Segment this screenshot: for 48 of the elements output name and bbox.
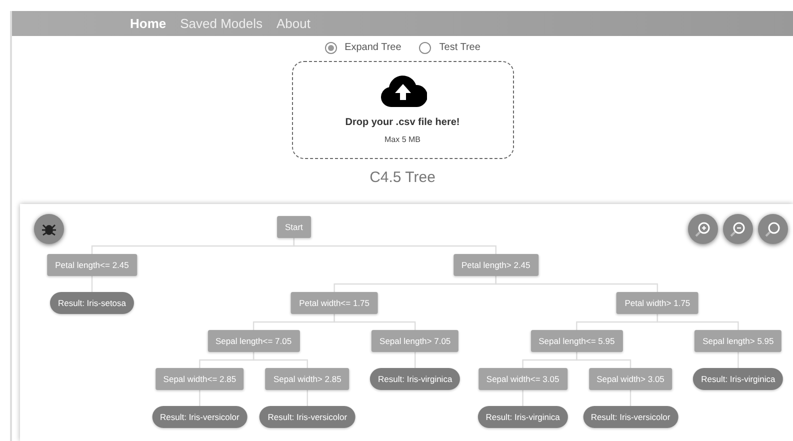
upload-cloud-icon — [378, 74, 426, 106]
split-node[interactable]: Sepal length<= 7.05 — [208, 330, 300, 352]
split-node[interactable]: Petal length<= 2.45 — [47, 254, 137, 276]
result-node[interactable]: Result: Iris-virginica — [370, 368, 460, 390]
nav-link[interactable]: Home — [130, 14, 166, 34]
split-node[interactable]: Petal length> 2.45 — [454, 254, 538, 276]
split-node[interactable]: Petal width> 1.75 — [616, 292, 698, 314]
split-node[interactable]: Sepal width<= 3.05 — [478, 368, 568, 390]
connector-line — [630, 390, 632, 406]
radio-label[interactable]: Test Tree — [439, 40, 480, 55]
radio-button[interactable] — [324, 42, 337, 54]
connector-line — [306, 390, 308, 406]
result-node[interactable]: Result: Iris-versicolor — [260, 406, 356, 428]
connector-line — [738, 352, 739, 368]
result-node[interactable]: Result: Iris-versicolor — [582, 406, 678, 428]
connector-line — [522, 390, 524, 406]
zoom-reset-button[interactable] — [758, 214, 788, 244]
split-node[interactable]: Sepal width<= 2.85 — [155, 368, 244, 390]
dropzone-title: Drop your .csv file here! — [345, 116, 460, 130]
connector-line — [414, 352, 416, 368]
split-node[interactable]: Sepal length> 5.95 — [694, 330, 782, 352]
dropzone-hint: Max 5 MB — [384, 134, 420, 146]
split-node[interactable]: Start — [276, 216, 311, 238]
result-node[interactable]: Result: Iris-virginica — [478, 406, 568, 428]
radio-label[interactable]: Expand Tree — [344, 40, 402, 55]
connector-line — [252, 352, 308, 368]
result-node[interactable]: Result: Iris-setosa — [50, 292, 134, 314]
connector-line — [91, 276, 93, 292]
bug-button[interactable] — [34, 214, 64, 244]
zoom-out-icon — [729, 220, 747, 238]
radio-button[interactable] — [419, 42, 432, 54]
zoom-in-button[interactable] — [688, 214, 718, 244]
result-node[interactable]: Result: Iris-virginica — [693, 368, 784, 390]
split-node[interactable]: Sepal width> 2.85 — [265, 368, 350, 390]
nav-link[interactable]: About — [276, 14, 310, 34]
file-dropzone[interactable]: Drop your .csv file here! Max 5 MB — [292, 61, 514, 159]
nav-link[interactable]: Saved Models — [180, 14, 263, 34]
split-node[interactable]: Petal width<= 1.75 — [291, 292, 378, 314]
zoom-out-button[interactable] — [723, 214, 753, 244]
connector-line — [576, 352, 632, 368]
split-node[interactable]: Sepal length<= 5.95 — [530, 330, 623, 352]
split-node[interactable]: Sepal width> 3.05 — [588, 368, 672, 390]
zoom-in-icon — [694, 220, 712, 238]
magnifier-icon — [764, 220, 782, 238]
result-node[interactable]: Result: Iris-versicolor — [152, 406, 248, 428]
tree-heading: C4.5 Tree — [368, 168, 436, 188]
connector-line — [199, 390, 200, 406]
split-node[interactable]: Sepal length> 7.05 — [372, 330, 459, 352]
